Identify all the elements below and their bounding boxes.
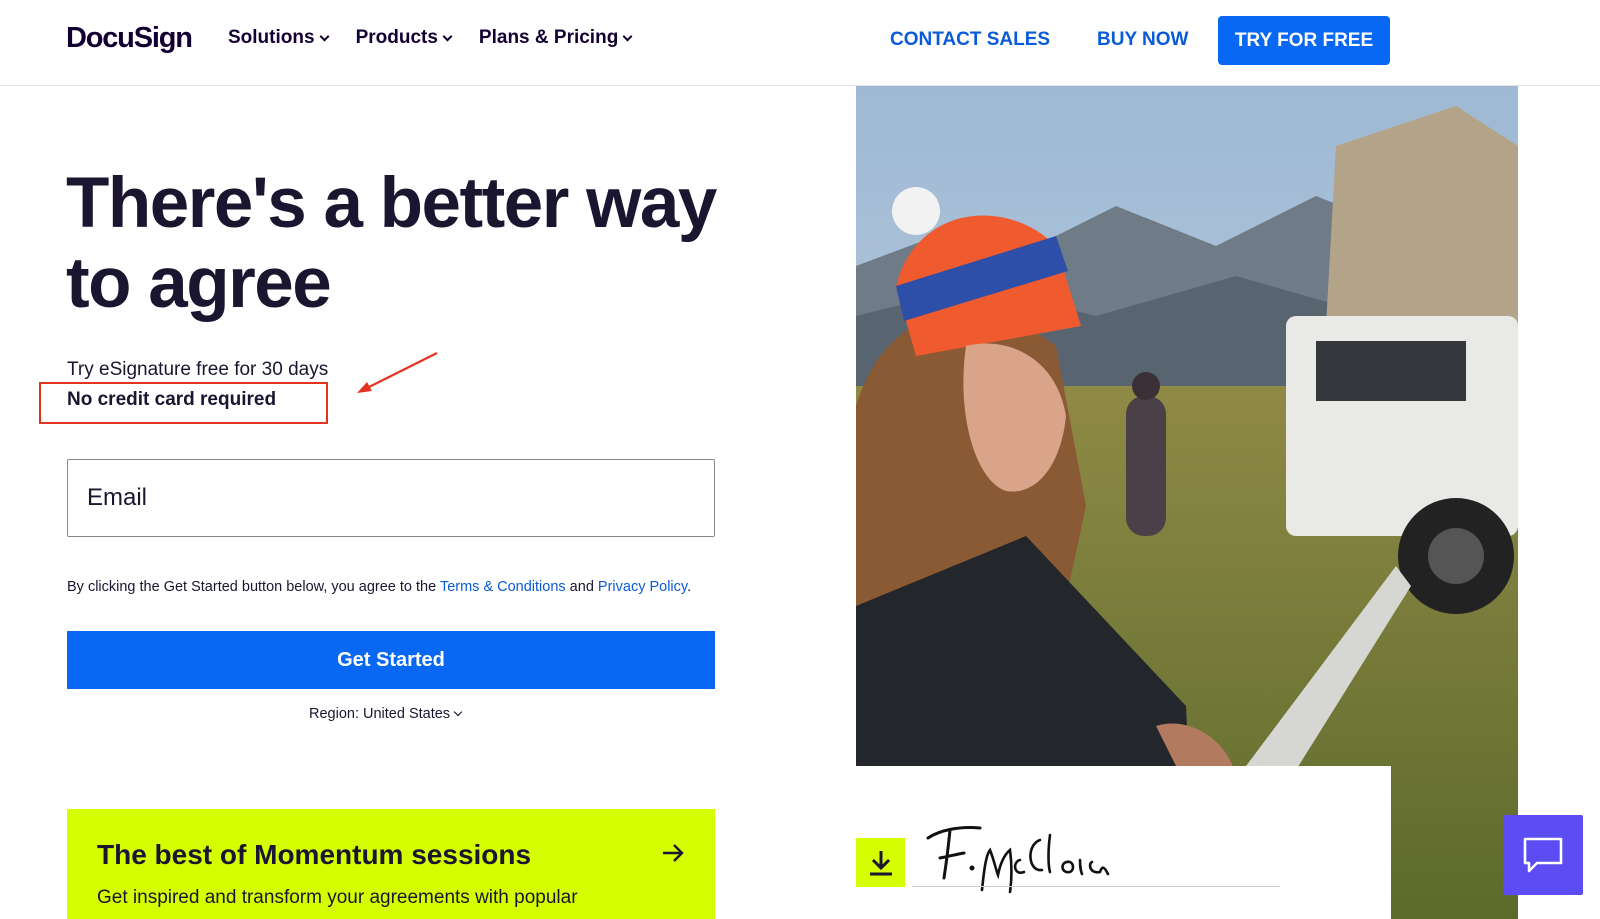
docusign-logo[interactable]: DocuSign: [66, 22, 193, 55]
get-started-button[interactable]: Get Started: [67, 631, 715, 689]
region-selector[interactable]: Region: United States: [309, 706, 463, 722]
annotation-arrow-icon: [357, 352, 438, 393]
hero-headline: There's a better way to agree: [66, 164, 717, 323]
chevron-down-icon: [442, 31, 453, 41]
chevron-down-icon: [622, 31, 633, 41]
terms-and: and: [565, 579, 598, 595]
privacy-policy-link[interactable]: Privacy Policy: [598, 579, 687, 595]
nav-plans-pricing-label: Plans & Pricing: [478, 27, 619, 48]
try-for-free-button[interactable]: TRY FOR FREE: [1218, 16, 1390, 65]
nav-products-label: Products: [355, 27, 438, 48]
terms-prefix: By clicking the Get Started button below…: [67, 579, 440, 595]
download-icon[interactable]: [856, 838, 905, 887]
terms-suffix: .: [687, 579, 692, 595]
nav-products[interactable]: Products: [355, 27, 453, 49]
terms-notice: By clicking the Get Started button below…: [67, 577, 707, 597]
nav-solutions-label: Solutions: [228, 27, 315, 48]
main-nav: Solutions Products Plans & Pricing: [228, 27, 633, 49]
signature-line: [912, 886, 1280, 887]
nav-plans-pricing[interactable]: Plans & Pricing: [478, 27, 633, 49]
chat-icon: [1523, 837, 1563, 873]
buy-now-link[interactable]: BUY NOW: [1097, 29, 1188, 51]
signature-image: [926, 826, 1110, 894]
arrow-right-icon: [663, 844, 684, 862]
chevron-down-icon: [453, 707, 463, 717]
chevron-down-icon: [319, 31, 330, 41]
annotation-highlight-box: [39, 382, 328, 424]
email-field[interactable]: [67, 459, 715, 537]
promo-text: Get inspired and transform your agreemen…: [97, 887, 578, 908]
chat-button[interactable]: [1503, 815, 1583, 895]
momentum-promo-card[interactable]: The best of Momentum sessions Get inspir…: [67, 809, 715, 919]
nav-solutions[interactable]: Solutions: [228, 27, 330, 49]
region-label: Region: United States: [309, 706, 451, 722]
terms-conditions-link[interactable]: Terms & Conditions: [440, 579, 566, 595]
promo-title: The best of Momentum sessions: [97, 839, 532, 870]
trial-subtitle: Try eSignature free for 30 days: [67, 359, 329, 380]
contact-sales-link[interactable]: CONTACT SALES: [890, 29, 1050, 51]
site-header: DocuSign Solutions Products Plans & Pric…: [0, 0, 1600, 86]
